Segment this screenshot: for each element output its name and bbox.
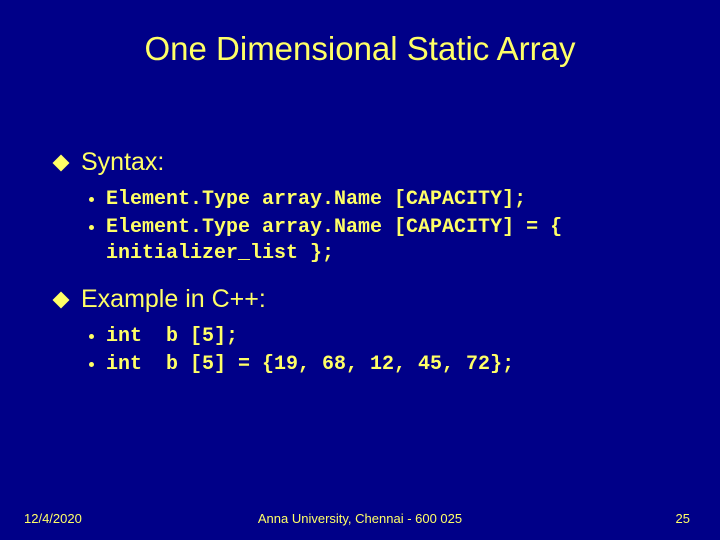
section-heading: Syntax: bbox=[81, 148, 164, 177]
footer-date: 12/4/2020 bbox=[24, 511, 82, 526]
code-text: int b [5] = {19, 68, 12, 45, 72}; bbox=[106, 352, 665, 378]
bullet-item: int b [5] = {19, 68, 12, 45, 72}; bbox=[89, 352, 665, 378]
slide-content: Syntax: Element.Type array.Name [CAPACIT… bbox=[0, 68, 720, 378]
dot-bullet-icon bbox=[89, 334, 94, 339]
section-head: Syntax: bbox=[55, 148, 665, 177]
dot-bullet-icon bbox=[89, 362, 94, 367]
slide-footer: 12/4/2020 Anna University, Chennai - 600… bbox=[0, 511, 720, 526]
slide-title: One Dimensional Static Array bbox=[0, 0, 720, 68]
dot-bullet-icon bbox=[89, 225, 94, 230]
code-text: int b [5]; bbox=[106, 324, 665, 350]
bullet-list: Element.Type array.Name [CAPACITY]; Elem… bbox=[55, 187, 665, 267]
bullet-item: int b [5]; bbox=[89, 324, 665, 350]
bullet-item: Element.Type array.Name [CAPACITY]; bbox=[89, 187, 665, 213]
section-heading: Example in C++: bbox=[81, 285, 266, 314]
section-example: Example in C++: int b [5]; int b [5] = {… bbox=[55, 285, 665, 378]
section-syntax: Syntax: Element.Type array.Name [CAPACIT… bbox=[55, 148, 665, 267]
dot-bullet-icon bbox=[89, 197, 94, 202]
section-head: Example in C++: bbox=[55, 285, 665, 314]
bullet-item: Element.Type array.Name [CAPACITY] = { i… bbox=[89, 215, 665, 267]
code-text: Element.Type array.Name [CAPACITY] = { i… bbox=[106, 215, 665, 267]
bullet-list: int b [5]; int b [5] = {19, 68, 12, 45, … bbox=[55, 324, 665, 378]
footer-org: Anna University, Chennai - 600 025 bbox=[258, 511, 462, 526]
footer-page-number: 25 bbox=[676, 511, 690, 526]
diamond-bullet-icon bbox=[53, 154, 70, 171]
diamond-bullet-icon bbox=[53, 291, 70, 308]
code-text: Element.Type array.Name [CAPACITY]; bbox=[106, 187, 665, 213]
